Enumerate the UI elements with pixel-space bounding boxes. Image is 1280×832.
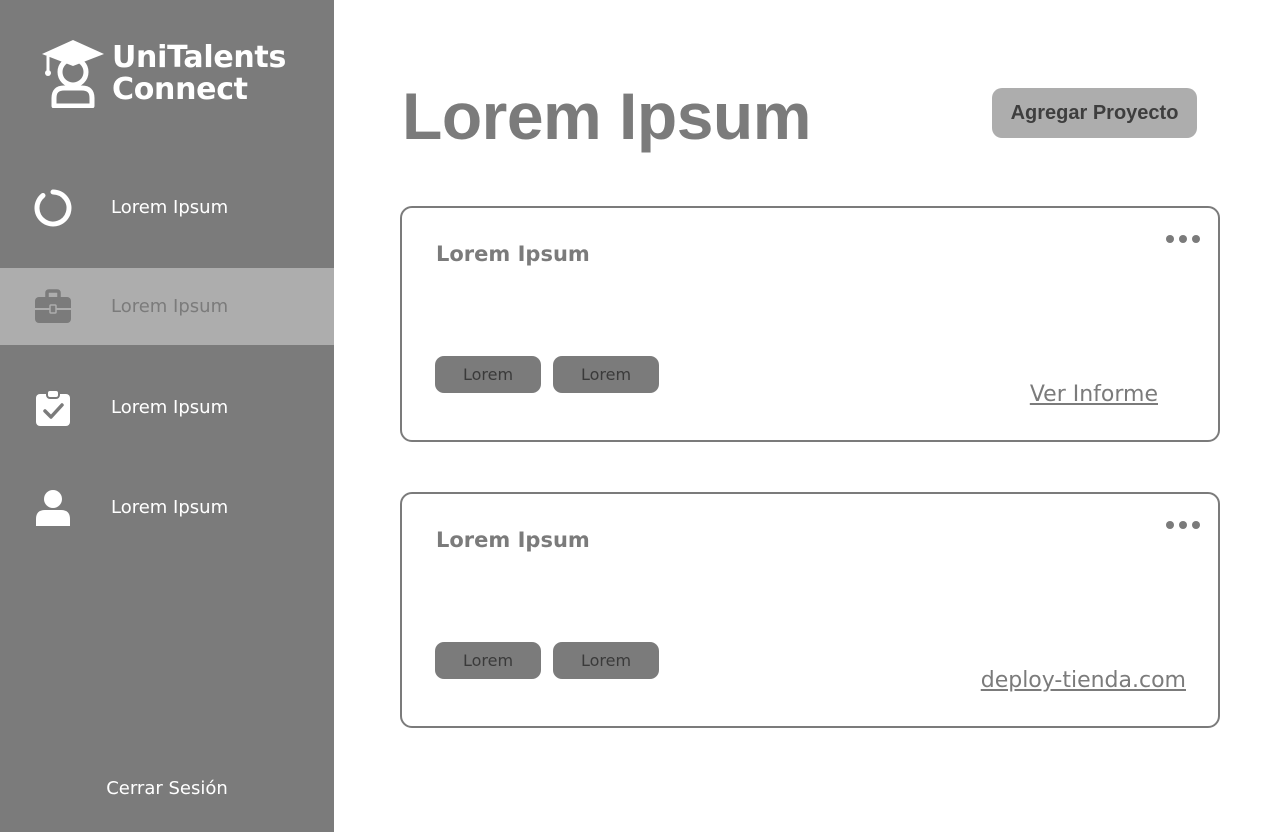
tag-chip[interactable]: Lorem [435,356,541,393]
sidebar-item-label: Lorem Ipsum [111,497,229,518]
card-title: Lorem Ipsum [436,528,590,552]
clipboard-check-icon [33,388,73,428]
tag-list: Lorem Lorem [435,356,659,393]
brand-name: UniTalents Connect [112,42,286,106]
sidebar-item-label: Lorem Ipsum [111,197,229,218]
sidebar-item-3[interactable]: Lorem Ipsum [0,469,334,546]
project-card: Lorem Ipsum Lorem Lorem Ver Informe [400,206,1220,442]
sidebar-item-1[interactable]: Lorem Ipsum [0,268,334,345]
card-title: Lorem Ipsum [436,242,590,266]
more-options-icon[interactable] [1166,232,1200,246]
user-icon [33,488,73,528]
brand-name-line1: UniTalents [112,40,287,75]
sidebar-item-label: Lorem Ipsum [111,296,229,317]
tag-list: Lorem Lorem [435,642,659,679]
circle-progress-icon [33,188,73,228]
sidebar: UniTalents Connect Lorem Ipsum Lorem Ips… [0,0,334,832]
briefcase-icon [33,287,73,327]
view-report-link[interactable]: Ver Informe [1030,382,1158,407]
graduate-logo-icon [42,40,104,108]
sidebar-item-2[interactable]: Lorem Ipsum [0,369,334,446]
sidebar-item-0[interactable]: Lorem Ipsum [0,169,334,246]
page-title: Lorem Ipsum [402,79,811,153]
tag-chip[interactable]: Lorem [553,642,659,679]
tag-chip[interactable]: Lorem [553,356,659,393]
logout-button[interactable]: Cerrar Sesión [0,778,334,799]
brand-name-line2: Connect [112,72,248,107]
brand-logo[interactable]: UniTalents Connect [42,38,286,108]
add-project-button[interactable]: Agregar Proyecto [992,88,1197,138]
sidebar-item-label: Lorem Ipsum [111,397,229,418]
project-card: Lorem Ipsum Lorem Lorem deploy-tienda.co… [400,492,1220,728]
deploy-link[interactable]: deploy-tienda.com [981,668,1186,693]
tag-chip[interactable]: Lorem [435,642,541,679]
more-options-icon[interactable] [1166,518,1200,532]
